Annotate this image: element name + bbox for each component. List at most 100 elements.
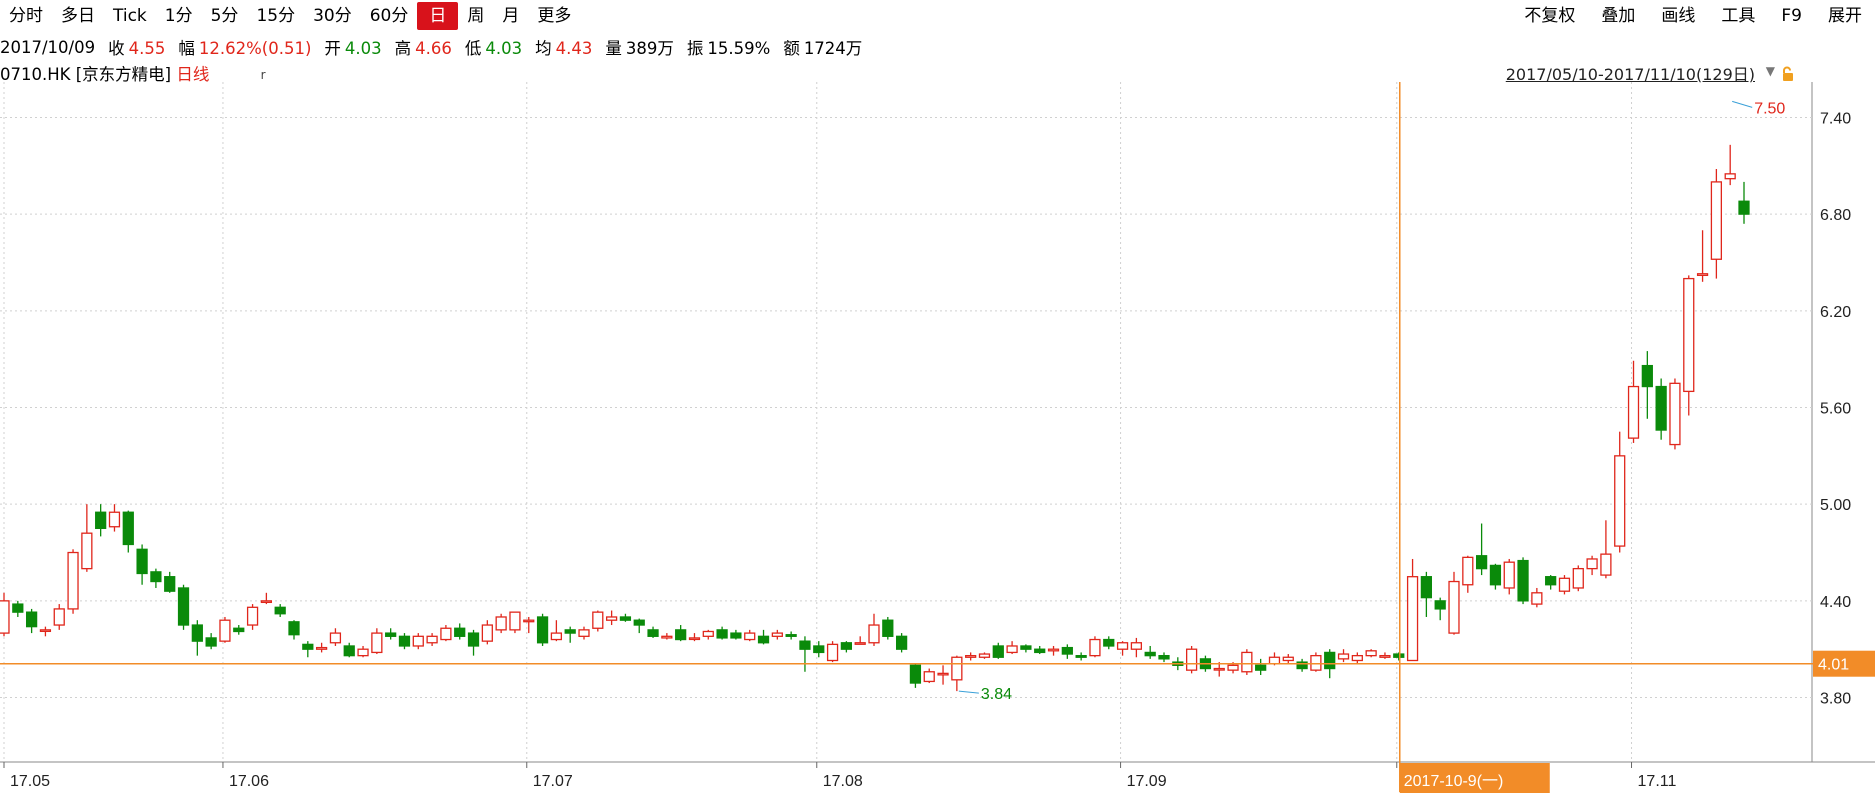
candle-body bbox=[1627, 385, 1640, 439]
period-tab-5[interactable]: 15分 bbox=[247, 2, 304, 30]
candle-body bbox=[302, 643, 314, 650]
quote-field-2: 开 4.03 bbox=[324, 35, 381, 59]
tool-item-4[interactable]: F9 bbox=[1768, 2, 1815, 30]
candle-body bbox=[1379, 654, 1391, 658]
quote-field-3: 高 4.66 bbox=[395, 35, 452, 59]
period-tab-9[interactable]: 周 bbox=[458, 2, 493, 30]
candle-body bbox=[1034, 648, 1046, 654]
tool-item-3[interactable]: 工具 bbox=[1708, 2, 1768, 30]
period-tab-0[interactable]: 分时 bbox=[0, 2, 52, 30]
candle-body bbox=[799, 640, 811, 650]
candle-body bbox=[1655, 385, 1667, 431]
candle-body bbox=[592, 611, 604, 629]
candle-body bbox=[550, 632, 563, 641]
candle-body bbox=[1324, 651, 1336, 670]
quote-field-value: 12.62%(0.51) bbox=[198, 39, 312, 58]
candle-body bbox=[39, 629, 52, 633]
period-tab-7[interactable]: 60分 bbox=[361, 2, 418, 30]
candle-body bbox=[1696, 273, 1709, 277]
candle-body bbox=[1337, 653, 1350, 660]
quote-field-value: 4.43 bbox=[555, 39, 593, 58]
candle-body bbox=[647, 629, 659, 637]
period-tab-8[interactable]: 日 bbox=[417, 2, 459, 30]
candle-body bbox=[1462, 556, 1474, 586]
candle-body bbox=[951, 656, 963, 681]
quote-field-label: 量 bbox=[605, 39, 622, 58]
candle-body bbox=[1006, 645, 1018, 654]
quote-field-8: 额 1724万 bbox=[783, 35, 862, 59]
candle-body bbox=[868, 624, 880, 644]
candle-body bbox=[923, 671, 935, 683]
candle-body bbox=[288, 621, 300, 636]
candle-body bbox=[260, 600, 273, 604]
candle-body bbox=[53, 608, 65, 626]
candle-body bbox=[1075, 654, 1087, 658]
period-tab-2[interactable]: Tick bbox=[104, 2, 156, 30]
tool-item-1[interactable]: 叠加 bbox=[1588, 2, 1648, 30]
period-tab-4[interactable]: 5分 bbox=[202, 2, 248, 30]
candle-body bbox=[67, 551, 79, 610]
candle-body bbox=[1130, 642, 1143, 650]
x-tick-label: 17.08 bbox=[823, 773, 863, 790]
candle-body bbox=[1061, 646, 1073, 655]
x-tick-label: 17.05 bbox=[10, 773, 50, 790]
candle-body bbox=[1683, 277, 1695, 393]
candle-body bbox=[274, 606, 286, 615]
quote-field-value: 4.66 bbox=[415, 39, 452, 58]
candle-body bbox=[882, 619, 894, 637]
quote-field-label: 均 bbox=[535, 39, 552, 58]
quote-field-label: 开 bbox=[324, 39, 341, 58]
tool-item-2[interactable]: 画线 bbox=[1648, 2, 1708, 30]
candle-body bbox=[0, 600, 10, 634]
period-tab-10[interactable]: 月 bbox=[493, 2, 528, 30]
high-mark-arrow bbox=[1732, 100, 1753, 108]
candle-body bbox=[744, 632, 756, 641]
candle-body bbox=[1144, 651, 1156, 657]
candle-body bbox=[564, 629, 576, 634]
candle-body bbox=[1255, 664, 1267, 671]
candle-body bbox=[1420, 576, 1433, 599]
candle-body bbox=[81, 532, 93, 570]
candle-body bbox=[785, 634, 797, 637]
quote-field-7: 振 15.59% bbox=[687, 35, 770, 59]
candle-body bbox=[357, 648, 369, 657]
period-tab-6[interactable]: 30分 bbox=[304, 2, 361, 30]
candle-body bbox=[205, 637, 217, 647]
candlestick-chart[interactable]: 7.40 6.80 6.20 5.60 5.00 4.40 3.80 17.05 17.06 17… bbox=[0, 82, 1875, 793]
candle-body bbox=[164, 576, 176, 592]
tool-item-5[interactable]: 展开 bbox=[1815, 2, 1875, 30]
unlock-icon[interactable] bbox=[1781, 66, 1797, 82]
x-tick-label: 17.11 bbox=[1638, 773, 1677, 790]
x-tick-label: 17.09 bbox=[1127, 773, 1167, 790]
candle-body bbox=[343, 645, 355, 657]
candle-body bbox=[1116, 642, 1129, 650]
period-tab-1[interactable]: 多日 bbox=[52, 2, 104, 30]
x-tick-label: 17.07 bbox=[533, 773, 573, 790]
candle-body bbox=[1531, 592, 1543, 605]
candle-body bbox=[467, 632, 480, 647]
candle-body bbox=[730, 632, 742, 639]
cursor-mark: r bbox=[260, 68, 266, 82]
candle-body bbox=[1600, 553, 1612, 576]
candle-body bbox=[1614, 455, 1626, 547]
dropdown-arrow-icon[interactable]: ▼ bbox=[1766, 64, 1775, 78]
candle-body bbox=[757, 635, 770, 644]
candle-body bbox=[909, 664, 922, 684]
period-tab-3[interactable]: 1分 bbox=[156, 2, 202, 30]
candle-body bbox=[771, 632, 783, 637]
candle-body bbox=[1572, 567, 1584, 589]
quote-field-value: 4.03 bbox=[344, 39, 382, 58]
quote-field-value: 1724万 bbox=[803, 39, 863, 58]
quote-field-label: 额 bbox=[783, 39, 800, 58]
quote-field-0: 收 4.55 bbox=[108, 35, 165, 59]
y-tick-label: 7.40 bbox=[1820, 110, 1851, 127]
tool-item-0[interactable]: 不复权 bbox=[1511, 2, 1588, 30]
quote-field-label: 振 bbox=[686, 39, 704, 58]
candle-body bbox=[619, 616, 632, 621]
period-tab-11[interactable]: 更多 bbox=[528, 2, 580, 30]
candle-body bbox=[136, 548, 148, 575]
candle-body bbox=[1545, 576, 1557, 586]
candle-body bbox=[1489, 564, 1502, 586]
quote-field-1: 幅 12.62%(0.51) bbox=[178, 35, 311, 59]
y-tick-label: 6.80 bbox=[1820, 207, 1851, 224]
